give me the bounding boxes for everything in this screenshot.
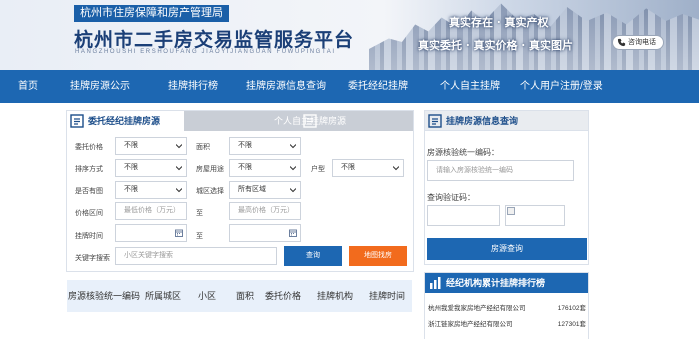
listing-query-button[interactable]: 房源查询 [427,238,587,260]
sort-label: 排序方式 [75,166,103,173]
start-date-input[interactable] [115,224,187,242]
column-header[interactable]: 委托价格 [265,280,301,312]
map-search-button[interactable]: 地图找房 [349,246,407,266]
nav-personal-listing[interactable]: 个人自主挂牌 [440,70,500,103]
max-price-input[interactable]: 最高价格（万元） [229,202,301,220]
nav-listing-announcement[interactable]: 挂牌房源公示 [70,70,130,103]
chevron-down-icon [290,166,296,171]
chevron-down-icon [290,144,296,149]
column-header[interactable]: 房源核验统一编码 [68,280,140,312]
results-table-header: 房源核验统一编码 所属城区 小区 面积 委托价格 挂牌机构 挂牌时间 [67,280,412,312]
tab-agent-listings[interactable]: 委托经纪挂牌房源 [67,111,184,131]
sort-select[interactable]: 不限 [115,159,187,177]
chevron-down-icon [176,188,182,193]
code-label: 房源核验统一编码： [427,148,499,157]
nav-home[interactable]: 首页 [18,70,38,103]
ranking-row[interactable]: 浙江链家房地产经纪有限公司 127301套 [428,318,586,331]
ranking-row[interactable]: 杭州我爱我家房地产经纪有限公司 176102套 [428,302,586,315]
consult-phone-button[interactable]: 咨询电话 [612,35,664,50]
search-button[interactable]: 查询 [284,246,342,266]
has-image-select[interactable]: 不限 [115,181,187,199]
ranking-head: 经纪机构累计挂牌排行榜 [425,273,588,293]
price-select[interactable]: 不限 [115,137,187,155]
code-input[interactable]: 请输入房源核验统一编码 [427,160,574,181]
column-header[interactable]: 所属城区 [145,280,181,312]
main-nav: 首页 挂牌房源公示 挂牌排行榜 挂牌房源信息查询 委托经纪挂牌 个人自主挂牌 个… [0,70,699,103]
keyword-label: 关键字搜索 [75,255,110,262]
area-select[interactable]: 不限 [229,137,301,155]
verify-code-input[interactable] [427,205,500,226]
column-header[interactable]: 小区 [198,280,216,312]
bar-chart-icon [430,277,441,289]
info-query-title: 挂牌房源信息查询 [425,111,588,131]
slogan-line2: 真实委托 · 真实价格 · 真实图片 [418,39,573,52]
listing-time-label: 挂牌时间 [75,233,103,240]
nav-register-login[interactable]: 个人用户注册/登录 [520,70,603,103]
broken-image-icon [507,207,515,215]
min-price-input[interactable]: 最低价格（万元） [115,202,187,220]
to-label: 至 [196,233,203,240]
price-label: 委托价格 [75,144,103,151]
header-banner: 杭州市住房保障和房产管理局 杭州市二手房交易监管服务平台 HANGZHOUSHI… [0,0,699,70]
org-badge[interactable]: 杭州市住房保障和房产管理局 [74,5,229,22]
tab-personal-listings[interactable]: 个人自主挂牌房源 [184,111,413,131]
keyword-input[interactable]: 小区关键字搜索 [115,247,277,265]
phone-icon [617,38,626,47]
nav-listing-ranking[interactable]: 挂牌排行榜 [168,70,218,103]
layout-select[interactable]: 不限 [332,159,404,177]
end-date-input[interactable] [229,224,301,242]
has-image-label: 是否有图 [75,188,103,195]
ranking-count: 176102套 [557,305,586,312]
site-title: 杭州市二手房交易监管服务平台 [74,29,355,51]
chevron-down-icon [290,188,296,193]
chevron-down-icon [176,144,182,149]
ranking-count: 127301套 [557,321,586,328]
calendar-icon [289,229,297,237]
nav-agent-listing[interactable]: 委托经纪挂牌 [348,70,408,103]
ranking-agency-name: 浙江链家房地产经纪有限公司 [428,321,513,328]
layout-label: 户型 [311,166,325,173]
ranking-title: 经纪机构累计挂牌排行榜 [425,273,588,293]
usage-label: 房屋用途 [196,166,224,173]
usage-select[interactable]: 不限 [229,159,301,177]
district-label: 城区选择 [196,188,224,195]
column-header[interactable]: 挂牌机构 [317,280,353,312]
chevron-down-icon [176,166,182,171]
house-icon [70,114,84,128]
captcha-image[interactable] [505,205,565,226]
consult-label: 咨询电话 [628,39,656,46]
site-pinyin: HANGZHOUSHI ERSHOUFANG JIAOYIJIANGUAN FU… [75,49,336,55]
slogan-line1: 真实存在 · 真实产权 [449,16,549,29]
column-header[interactable]: 挂牌时间 [369,280,405,312]
price-range-label: 价格区间 [75,210,103,217]
column-header[interactable]: 面积 [236,280,254,312]
nav-listing-query[interactable]: 挂牌房源信息查询 [246,70,326,103]
area-label: 面积 [196,144,210,151]
to-label: 至 [196,210,203,217]
info-query-head: 挂牌房源信息查询 [425,111,588,131]
calendar-icon [175,229,183,237]
district-select[interactable]: 所有区域 [229,181,301,199]
search-panel-tabs: 委托经纪挂牌房源 个人自主挂牌房源 [67,111,413,131]
verify-label: 查询验证码： [427,193,475,202]
house-icon [428,114,442,128]
chevron-down-icon [393,166,399,171]
ranking-agency-name: 杭州我爱我家房地产经纪有限公司 [428,305,526,312]
